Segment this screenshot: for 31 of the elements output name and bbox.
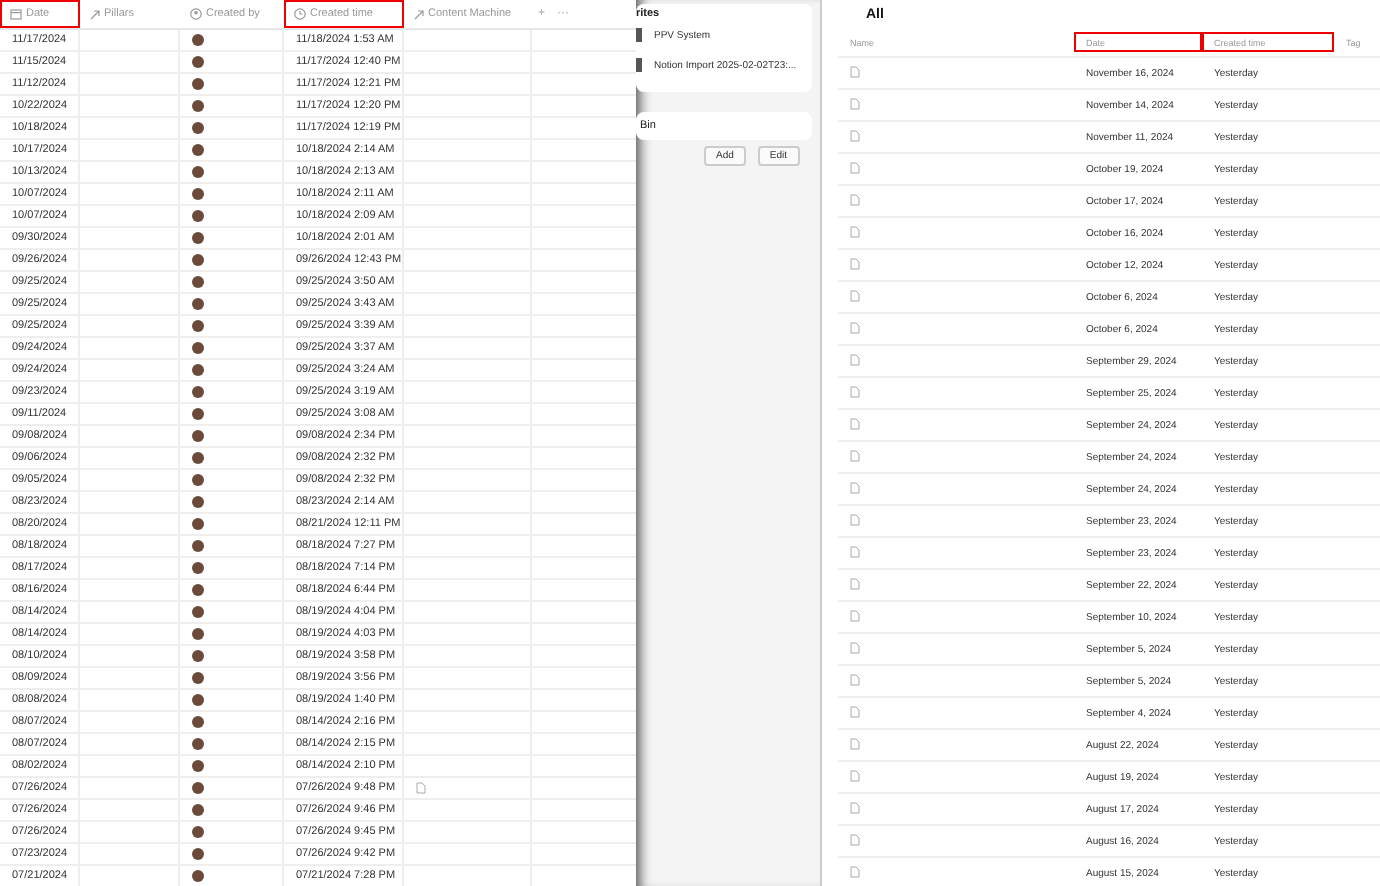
document-icon (850, 385, 860, 397)
document-icon (850, 481, 860, 493)
arrow-icon (90, 9, 100, 19)
document-icon (850, 865, 860, 877)
document-icon (850, 545, 860, 557)
arrow-icon (414, 9, 424, 19)
document-icon (850, 289, 860, 301)
document-icon (850, 449, 860, 461)
document-icon (850, 769, 860, 781)
document-icon (850, 833, 860, 845)
document-icon (850, 513, 860, 525)
document-icon (850, 225, 860, 237)
clock-icon (294, 8, 306, 20)
document-icon (850, 577, 860, 589)
document-icon (850, 129, 860, 141)
document-icon (850, 801, 860, 813)
document-icon (850, 705, 860, 717)
document-icon (850, 673, 860, 685)
document-icon (850, 257, 860, 269)
document-icon (850, 609, 860, 621)
document-icon (850, 417, 860, 429)
document-icon (850, 65, 860, 77)
document-icon (850, 161, 860, 173)
document-icon (850, 193, 860, 205)
document-icon (850, 641, 860, 653)
calendar-icon (10, 8, 22, 20)
document-icon (850, 353, 860, 365)
person-icon (190, 8, 202, 20)
document-icon (850, 737, 860, 749)
document-icon (850, 321, 860, 333)
document-icon (850, 97, 860, 109)
